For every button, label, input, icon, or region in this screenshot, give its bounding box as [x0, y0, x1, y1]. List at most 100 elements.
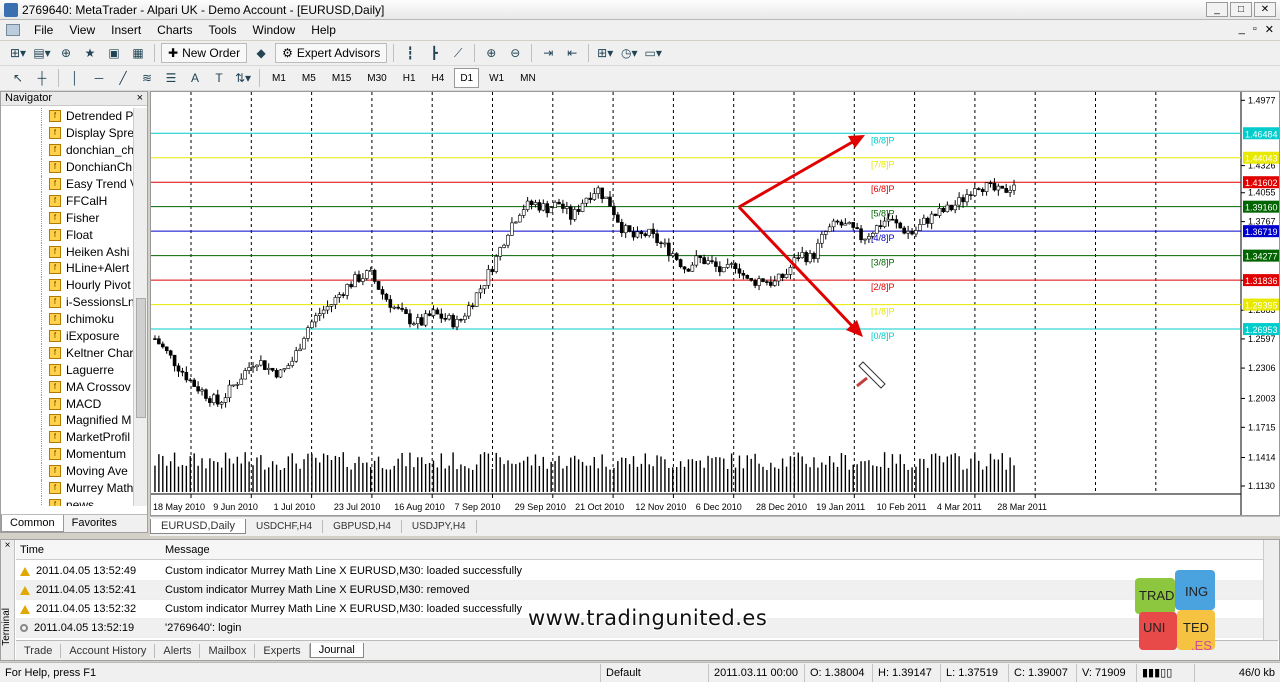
- expert-advisors-button[interactable]: ⚙ Expert Advisors: [275, 43, 388, 63]
- menu-view[interactable]: View: [61, 23, 103, 37]
- tab-mailbox[interactable]: Mailbox: [200, 643, 256, 658]
- text-icon[interactable]: A: [185, 68, 205, 88]
- line-chart-icon[interactable]: ⟋: [448, 43, 468, 63]
- close-button[interactable]: ✕: [1254, 2, 1276, 17]
- bar-chart-icon[interactable]: ┇: [400, 43, 420, 63]
- chart-shift-icon[interactable]: ⇤: [562, 43, 582, 63]
- timeframe-h4[interactable]: H4: [426, 68, 451, 88]
- trendline-icon[interactable]: ╱: [113, 68, 133, 88]
- menu-help[interactable]: Help: [303, 23, 344, 37]
- navigator-item[interactable]: f donchian_ch: [1, 141, 133, 159]
- new-chart-icon[interactable]: ⊞▾: [8, 43, 28, 63]
- favorites-icon[interactable]: ★: [80, 43, 100, 63]
- tab-alerts[interactable]: Alerts: [155, 643, 201, 658]
- mdi-minimize-button[interactable]: _: [1239, 23, 1245, 36]
- arrows-icon[interactable]: ⇅▾: [233, 68, 253, 88]
- navigator-item[interactable]: f news: [1, 496, 133, 506]
- chart-window-icon[interactable]: [6, 24, 20, 36]
- tab-trade[interactable]: Trade: [16, 643, 62, 658]
- navigator-item[interactable]: f Detrended P: [1, 108, 133, 125]
- mdi-close-button[interactable]: ✕: [1265, 23, 1274, 36]
- fibonacci-icon[interactable]: ☰: [161, 68, 181, 88]
- navigator-item[interactable]: f Display Spre: [1, 124, 133, 142]
- timeframe-m5[interactable]: M5: [296, 68, 322, 88]
- navigator-item[interactable]: f MACD: [1, 395, 133, 412]
- timeframe-m30[interactable]: M30: [361, 68, 392, 88]
- menu-tools[interactable]: Tools: [201, 23, 245, 37]
- menu-insert[interactable]: Insert: [103, 23, 149, 37]
- periods-icon[interactable]: ◷▾: [619, 43, 639, 63]
- crosshair-icon[interactable]: ┼: [32, 68, 52, 88]
- timeframe-mn[interactable]: MN: [514, 68, 542, 88]
- text-label-icon[interactable]: T: [209, 68, 229, 88]
- navigator-item[interactable]: f MarketProfil: [1, 428, 133, 446]
- menu-window[interactable]: Window: [245, 23, 304, 37]
- new-order-button[interactable]: ✚ New Order: [161, 43, 248, 63]
- auto-scroll-icon[interactable]: ⇥: [538, 43, 558, 63]
- indicators-icon[interactable]: ⊞▾: [595, 43, 615, 63]
- data-window-icon[interactable]: ▦: [128, 43, 148, 63]
- navigator-item[interactable]: f Hourly Pivot: [1, 276, 133, 294]
- column-time[interactable]: Time: [16, 544, 161, 556]
- tab-account-history[interactable]: Account History: [61, 643, 156, 658]
- navigator-item[interactable]: f DonchianCh: [1, 158, 133, 176]
- timeframe-d1[interactable]: D1: [454, 68, 480, 88]
- zoom-out-icon[interactable]: ⊖: [505, 43, 525, 63]
- navigator-item[interactable]: f Fisher: [1, 209, 133, 227]
- tab-common[interactable]: Common: [1, 515, 64, 532]
- navigator-item[interactable]: f Easy Trend V: [1, 175, 133, 193]
- minimize-button[interactable]: _: [1206, 2, 1228, 17]
- scroll-thumb[interactable]: [136, 298, 146, 418]
- navigator-item[interactable]: f iExposure: [1, 327, 133, 345]
- timeframe-w1[interactable]: W1: [483, 68, 510, 88]
- navigator-close-button[interactable]: ×: [137, 92, 143, 104]
- crosshair-target-icon[interactable]: ⊕: [56, 43, 76, 63]
- channel-icon[interactable]: ≋: [137, 68, 157, 88]
- maximize-button[interactable]: □: [1230, 2, 1252, 17]
- metaeditor-icon[interactable]: ◆: [251, 43, 271, 63]
- terminal-scrollbar[interactable]: [1263, 540, 1279, 640]
- navigator-item[interactable]: f FFCalH: [1, 192, 133, 210]
- timeframe-m15[interactable]: M15: [326, 68, 357, 88]
- horizontal-line-icon[interactable]: ─: [89, 68, 109, 88]
- mdi-restore-button[interactable]: ▫: [1253, 23, 1257, 36]
- candle-body: [353, 274, 357, 288]
- journal-row[interactable]: 2011.04.05 13:52:41 Custom indicator Mur…: [16, 581, 1264, 600]
- eurusd-daily-chart[interactable]: 18 May 2010 9 Jun 2010 1 Jul 2010 23 Jul 20…: [151, 92, 1279, 515]
- navigator-item[interactable]: f Heiken Ashi: [1, 243, 133, 260]
- navigator-scrollbar[interactable]: [133, 108, 147, 506]
- tab-favorites[interactable]: Favorites: [64, 515, 125, 532]
- terminal-close-button[interactable]: ×: [1, 540, 14, 551]
- navigator-item[interactable]: f Keltner Char: [1, 344, 133, 362]
- navigator-item[interactable]: f Moving Ave: [1, 462, 133, 480]
- templates-icon[interactable]: ▭▾: [643, 43, 663, 63]
- journal-row[interactable]: 2011.04.05 13:52:49 Custom indicator Mur…: [16, 562, 1264, 581]
- tab-journal[interactable]: Journal: [309, 643, 364, 658]
- navigator-item[interactable]: f Float: [1, 226, 133, 244]
- tab-eurusd-daily[interactable]: EURUSD,Daily: [150, 519, 246, 534]
- navigator-item[interactable]: f Momentum: [1, 445, 133, 463]
- navigator-item[interactable]: f Laguerre: [1, 361, 133, 379]
- zoom-in-icon[interactable]: ⊕: [481, 43, 501, 63]
- candlestick-icon[interactable]: ┣: [424, 43, 444, 63]
- cursor-icon[interactable]: ↖: [8, 68, 28, 88]
- vertical-line-icon[interactable]: │: [65, 68, 85, 88]
- navigator-item[interactable]: f Murrey Math: [1, 479, 133, 497]
- menu-file[interactable]: File: [26, 23, 61, 37]
- timeframe-h1[interactable]: H1: [397, 68, 422, 88]
- tab-gbpusd-h4[interactable]: GBPUSD,H4: [323, 520, 402, 533]
- tab-usdjpy-h4[interactable]: USDJPY,H4: [402, 520, 477, 533]
- timeframe-m1[interactable]: M1: [266, 68, 292, 88]
- navigator-item[interactable]: f MA Crossov: [1, 378, 133, 396]
- chart-window[interactable]: 18 May 2010 9 Jun 2010 1 Jul 2010 23 Jul 20…: [150, 91, 1280, 516]
- column-message[interactable]: Message: [161, 544, 210, 556]
- profiles-icon[interactable]: ▤▾: [32, 43, 52, 63]
- tab-usdchf-h4[interactable]: USDCHF,H4: [246, 520, 324, 533]
- navigator-item[interactable]: f i-SessionsLn: [1, 293, 133, 311]
- tab-experts[interactable]: Experts: [255, 643, 310, 658]
- navigator-item[interactable]: f HLine+Alert: [1, 260, 133, 277]
- menu-charts[interactable]: Charts: [149, 23, 200, 37]
- navigator-icon[interactable]: ▣: [104, 43, 124, 63]
- navigator-item[interactable]: f Ichimoku: [1, 310, 133, 328]
- navigator-item[interactable]: f Magnified M: [1, 412, 133, 429]
